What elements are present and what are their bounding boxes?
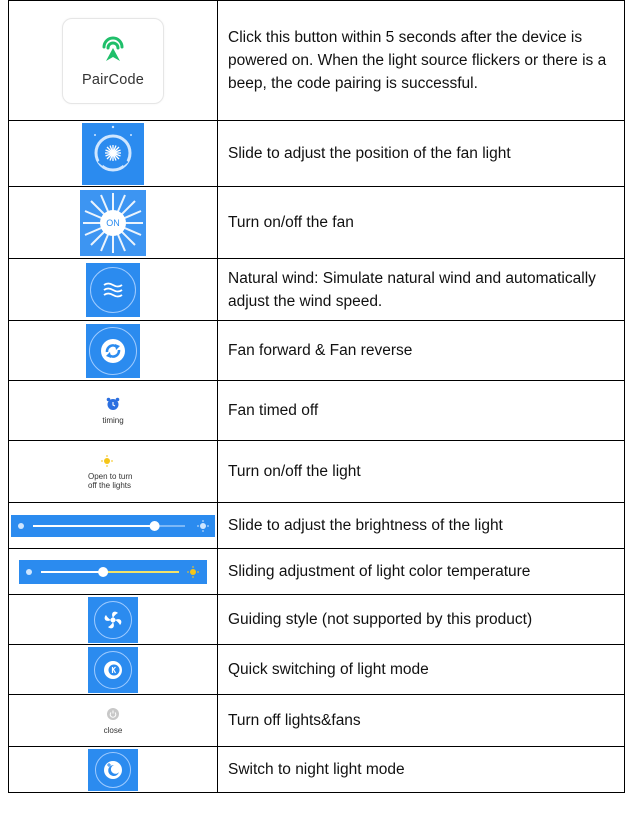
table-row: ON Turn on/off the fan <box>8 186 625 259</box>
natural-wind-icon <box>90 266 136 313</box>
icon-cell <box>8 320 218 381</box>
light-toggle-label: Open to turn off the lights <box>88 471 133 490</box>
table-row: PairCode Click this button within 5 seco… <box>8 0 625 121</box>
icon-cell: close <box>8 694 218 747</box>
description-text: Turn off lights&fans <box>217 694 625 747</box>
table-row: timing Fan timed off <box>8 380 625 441</box>
brightness-slider-icon <box>11 515 215 542</box>
icon-cell: PairCode <box>8 0 218 121</box>
timing-alarm-icon <box>106 397 120 416</box>
description-text: Turn on/off the fan <box>217 186 625 259</box>
table-row: close Turn off lights&fans <box>8 694 625 747</box>
icon-cell <box>8 258 218 321</box>
fan-direction-icon <box>89 326 137 375</box>
light-mode-k-icon <box>94 650 132 689</box>
fan-on-button[interactable]: ON <box>80 189 146 256</box>
paircode-label: PairCode <box>81 72 145 88</box>
icon-cell <box>8 746 218 793</box>
color-temp-slider[interactable] <box>19 559 207 584</box>
table-row: Open to turn off the lights Turn on/off … <box>8 440 625 503</box>
guiding-fan-icon <box>94 600 132 639</box>
fan-direction-button[interactable] <box>86 323 140 378</box>
table-row: Fan forward & Fan reverse <box>8 320 625 381</box>
table-row: Natural wind: Simulate natural wind and … <box>8 258 625 321</box>
description-text: Click this button within 5 seconds after… <box>217 0 625 121</box>
icon-cell: ON <box>8 186 218 259</box>
icon-cell: timing <box>8 380 218 441</box>
guiding-style-button[interactable] <box>88 596 138 643</box>
description-text: Quick switching of light mode <box>217 644 625 695</box>
icon-cell <box>8 120 218 187</box>
light-mode-button[interactable] <box>88 646 138 693</box>
icon-cell <box>8 594 218 645</box>
color-temp-slider-icon <box>19 560 207 589</box>
icon-cell <box>8 644 218 695</box>
icon-legend-table: PairCode Click this button within 5 seco… <box>8 0 625 793</box>
table-row: Slide to adjust the brightness of the li… <box>8 502 625 549</box>
table-row: Quick switching of light mode <box>8 644 625 695</box>
natural-wind-button[interactable] <box>86 262 140 317</box>
description-text: Slide to adjust the brightness of the li… <box>217 502 625 549</box>
fan-light-dial-button[interactable] <box>82 121 144 186</box>
description-text: Natural wind: Simulate natural wind and … <box>217 258 625 321</box>
table-row: Slide to adjust the position of the fan … <box>8 120 625 187</box>
power-close-icon <box>106 707 120 726</box>
night-moon-icon <box>95 751 131 788</box>
close-label: close <box>103 725 123 735</box>
table-row: Switch to night light mode <box>8 746 625 793</box>
fan-on-label: ON <box>106 217 120 228</box>
icon-cell <box>8 502 218 549</box>
light-bulb-icon <box>101 454 113 472</box>
light-toggle-button[interactable]: Open to turn off the lights <box>9 454 217 490</box>
timing-button[interactable]: timing <box>9 397 217 425</box>
description-text: Fan timed off <box>217 380 625 441</box>
night-light-button[interactable] <box>88 748 138 791</box>
paircode-button[interactable]: PairCode <box>62 17 164 104</box>
description-text: Guiding style (not supported by this pro… <box>217 594 625 645</box>
paircode-icon <box>100 33 126 68</box>
description-text: Turn on/off the light <box>217 440 625 503</box>
fan-light-dial-icon <box>83 121 143 186</box>
brightness-slider[interactable] <box>11 514 215 537</box>
close-all-button[interactable]: close <box>9 707 217 735</box>
table-row: Guiding style (not supported by this pro… <box>8 594 625 645</box>
timing-label: timing <box>102 415 124 425</box>
icon-cell <box>8 548 218 595</box>
icon-cell: Open to turn off the lights <box>8 440 218 503</box>
description-text: Fan forward & Fan reverse <box>217 320 625 381</box>
description-text: Sliding adjustment of light color temper… <box>217 548 625 595</box>
table-row: Sliding adjustment of light color temper… <box>8 548 625 595</box>
description-text: Switch to night light mode <box>217 746 625 793</box>
description-text: Slide to adjust the position of the fan … <box>217 120 625 187</box>
